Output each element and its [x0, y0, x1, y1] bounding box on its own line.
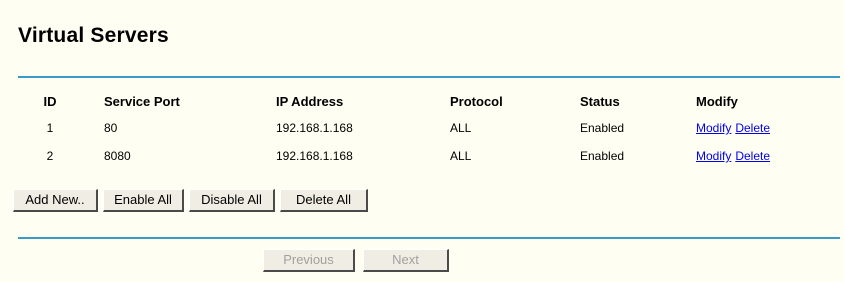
enable-all-button[interactable]: Enable All [103, 189, 184, 212]
row-actions: Modify Delete [696, 114, 840, 142]
header-ip-address: IP Address [276, 93, 344, 109]
pagination: Previous Next [263, 249, 449, 272]
header-service-port: Service Port [104, 93, 180, 109]
table-row: 2 8080 192.168.1.168 ALL Enabled Modify D… [18, 142, 840, 170]
table-row: 1 80 192.168.1.168 ALL Enabled Modify Del… [18, 114, 840, 142]
header-modify: Modify [696, 93, 738, 109]
table-header-row: ID Service Port IP Address Protocol Stat… [18, 88, 840, 114]
top-divider [18, 76, 840, 78]
delete-link[interactable]: Delete [735, 149, 770, 163]
header-status: Status [580, 93, 620, 109]
row-service-port: 8080 [104, 149, 131, 163]
row-id: 2 [46, 149, 54, 163]
row-ip-address: 192.168.1.168 [276, 149, 353, 163]
virtual-servers-table: ID Service Port IP Address Protocol Stat… [18, 88, 840, 170]
action-button-row: Add New.. Enable All Disable All Delete … [13, 189, 368, 212]
header-id: ID [43, 93, 57, 109]
modify-link[interactable]: Modify [696, 121, 731, 135]
next-button[interactable]: Next [363, 249, 449, 272]
previous-button[interactable]: Previous [263, 249, 355, 272]
delete-all-button[interactable]: Delete All [280, 189, 368, 212]
row-protocol: ALL [450, 149, 472, 163]
row-status: Enabled [580, 149, 625, 163]
header-protocol: Protocol [450, 93, 503, 109]
modify-link[interactable]: Modify [696, 149, 731, 163]
row-actions: Modify Delete [696, 142, 840, 170]
page-title: Virtual Servers [18, 24, 169, 47]
row-id: 1 [46, 121, 54, 135]
add-new-button[interactable]: Add New.. [13, 189, 98, 212]
row-protocol: ALL [450, 121, 472, 135]
delete-link[interactable]: Delete [735, 121, 770, 135]
disable-all-button[interactable]: Disable All [189, 189, 275, 212]
row-ip-address: 192.168.1.168 [276, 121, 353, 135]
row-status: Enabled [580, 121, 625, 135]
bottom-divider [18, 237, 840, 239]
row-service-port: 80 [104, 121, 118, 135]
